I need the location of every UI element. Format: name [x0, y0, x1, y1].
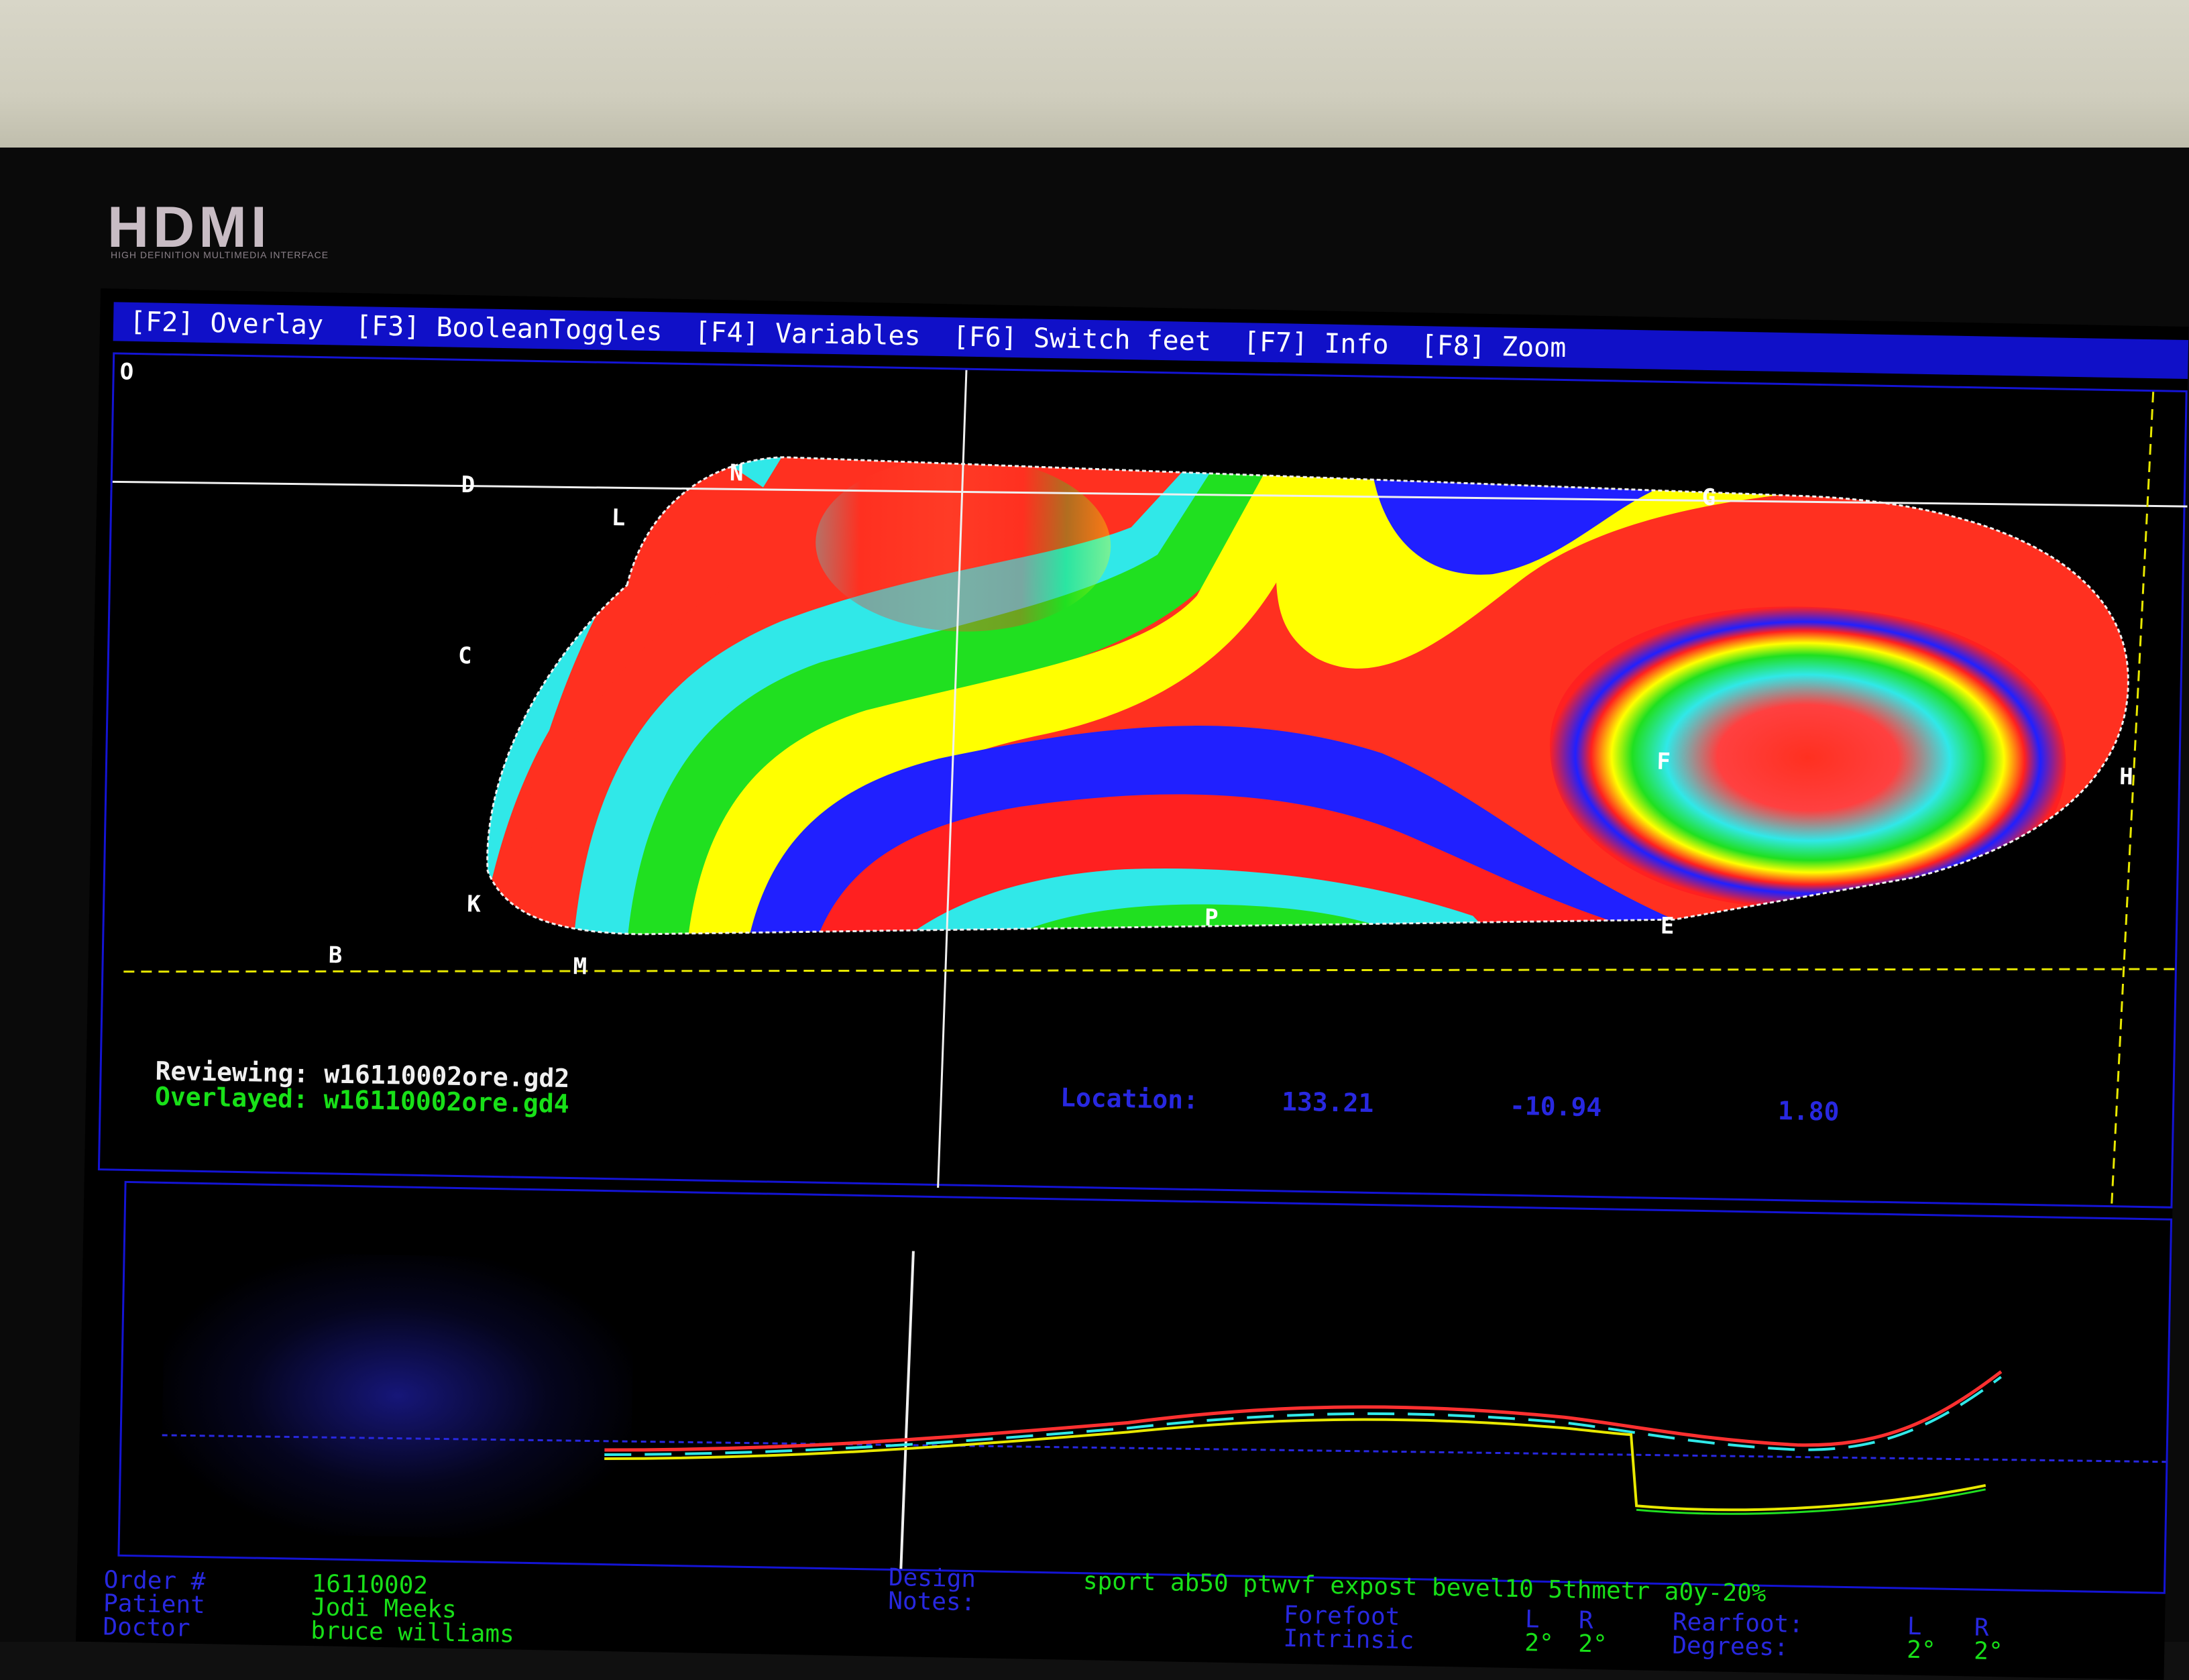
- foot-scan-viewer[interactable]: O D N L G C F H K P E B M Reviewing: w16…: [97, 352, 2188, 1210]
- profile-viewer[interactable]: [117, 1180, 2173, 1594]
- profile-curves: [162, 1251, 2170, 1573]
- menu-switch-feet[interactable]: [F6] Switch feet: [936, 317, 1227, 361]
- menu-zoom[interactable]: [F8] Zoom: [1404, 326, 1583, 368]
- notes-label: Notes:: [887, 1587, 976, 1617]
- point-g: G: [1701, 484, 1716, 512]
- point-b: B: [328, 942, 343, 969]
- point-c: C: [457, 642, 472, 670]
- point-h: H: [2119, 763, 2134, 791]
- overlayed-file: w16110002ore.gd4: [323, 1084, 569, 1119]
- location-x: 133.21: [1281, 1086, 1374, 1118]
- point-e: E: [1660, 912, 1675, 940]
- point-p: P: [1204, 904, 1219, 932]
- point-d: D: [461, 471, 475, 499]
- degrees-label: Degrees:: [1671, 1632, 1789, 1662]
- monitor-screen: [F2] Overlay [F3] BooleanToggles [F4] Va…: [76, 288, 2189, 1680]
- intrinsic-label: Intrinsic: [1283, 1624, 1414, 1655]
- point-n: N: [729, 459, 744, 487]
- rearfoot-l-value: 2°: [1906, 1636, 1936, 1665]
- doctor-label: Doctor: [103, 1613, 190, 1642]
- forefoot-r-value: 2°: [1577, 1630, 1608, 1659]
- menu-overlay[interactable]: [F2] Overlay: [113, 302, 340, 345]
- point-l: L: [611, 504, 626, 532]
- point-m: M: [573, 953, 587, 981]
- location-y: -10.94: [1509, 1090, 1602, 1123]
- hdmi-tagline: HIGH DEFINITION MULTIMEDIA INTERFACE: [111, 249, 329, 260]
- doctor-value: bruce williams: [310, 1617, 515, 1648]
- point-f: F: [1657, 748, 1671, 776]
- menu-info[interactable]: [F7] Info: [1227, 323, 1405, 365]
- point-k: K: [466, 891, 482, 918]
- forefoot-l-value: 2°: [1524, 1629, 1555, 1658]
- wall-background: [0, 0, 2189, 161]
- location-z: 1.80: [1777, 1096, 1840, 1127]
- menu-boolean-toggles[interactable]: [F3] BooleanToggles: [339, 306, 679, 351]
- menu-variables[interactable]: [F4] Variables: [678, 313, 937, 356]
- location-readout: Location:: [1060, 1082, 1199, 1115]
